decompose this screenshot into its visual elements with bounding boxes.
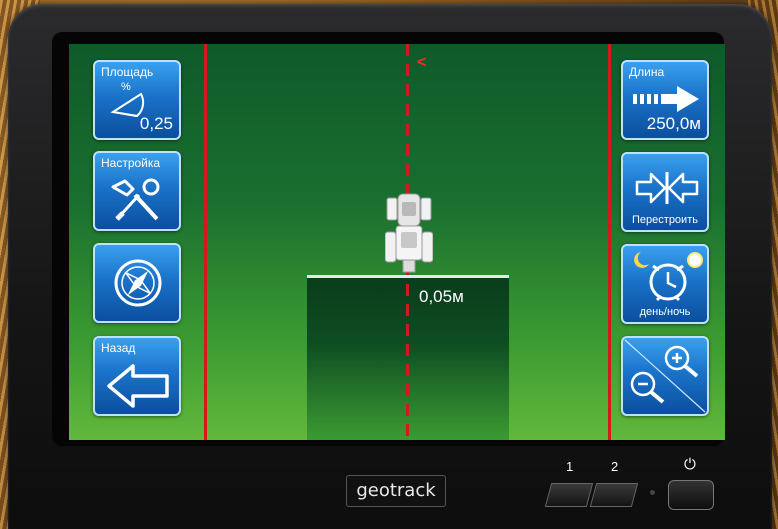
length-label: Длина	[629, 65, 665, 79]
area-label: Площадь	[101, 65, 154, 79]
rebuild-label: Перестроить	[632, 214, 698, 226]
settings-label: Настройка	[101, 156, 161, 170]
hotkey-2-label: 2	[611, 459, 619, 474]
svg-text:%: %	[121, 81, 131, 93]
back-button[interactable]: Назад	[93, 336, 181, 416]
zoom-button[interactable]	[621, 336, 709, 416]
direction-marker: <	[417, 54, 427, 71]
day-night-clock-icon	[634, 252, 703, 302]
status-led	[650, 490, 655, 495]
length-button[interactable]: Длина 250,0м	[621, 60, 709, 140]
forward-arrow-icon	[633, 86, 699, 112]
compass-icon	[114, 259, 162, 307]
tractor-icon	[385, 193, 433, 273]
implement-width-line	[307, 275, 509, 278]
guide-line-right	[608, 44, 611, 440]
settings-button[interactable]: Настройка	[93, 151, 181, 231]
hotkey-1-label: 1	[566, 459, 574, 474]
area-value: 0,25	[139, 114, 173, 133]
zoom-icon	[624, 339, 706, 413]
back-arrow-icon	[107, 364, 169, 408]
length-value: 250,0м	[646, 114, 701, 133]
rebuild-arrows-icon	[635, 172, 699, 204]
hotkey-1-button[interactable]	[544, 483, 594, 507]
offset-readout: 0,05м	[419, 287, 464, 306]
power-icon: ⏻	[684, 456, 696, 473]
compass-button[interactable]	[93, 243, 181, 323]
brand-logo: geotrack	[346, 475, 446, 507]
guide-line-left	[204, 44, 207, 440]
tools-icon	[111, 178, 160, 221]
daynight-button[interactable]: день/ночь	[621, 244, 709, 324]
rebuild-button[interactable]: Перестроить	[621, 152, 709, 232]
hotkey-2-button[interactable]	[589, 483, 639, 507]
power-button[interactable]	[668, 480, 714, 510]
daynight-label: день/ночь	[639, 306, 691, 318]
back-label: Назад	[101, 341, 136, 355]
area-button[interactable]: Площадь % 0,25	[93, 60, 181, 140]
